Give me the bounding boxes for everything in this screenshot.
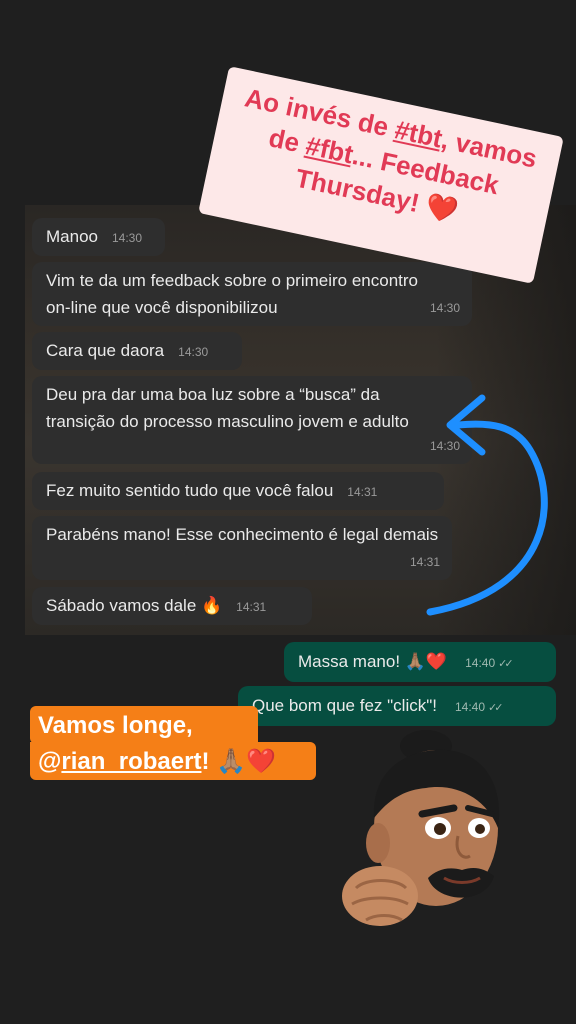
message-incoming: Cara que daora 14:30	[32, 332, 242, 370]
message-text: Vim te da um feedback sobre o primeiro e…	[46, 271, 418, 317]
caption-line-1: Vamos longe,	[30, 706, 258, 744]
message-time: 14:40	[454, 700, 486, 714]
message-incoming: Manoo 14:30	[32, 218, 165, 256]
message-time: 14:30	[178, 345, 209, 359]
arrow-drawing-icon	[426, 394, 548, 616]
user-mention-link[interactable]: rian_robaert	[61, 748, 201, 775]
message-text: Massa mano! 🙏🏽❤️	[298, 652, 448, 671]
message-outgoing: Que bom que fez "click"! 14:40 ✓✓	[238, 686, 556, 726]
message-text: Cara que daora	[46, 341, 165, 360]
message-text: Fez muito sentido tudo que você falou	[46, 481, 334, 500]
message-time: 14:30	[429, 301, 460, 315]
message-incoming: Deu pra dar uma boa luz sobre a “busca” …	[32, 376, 472, 464]
message-incoming: Parabéns mano! Esse conhecimento é legal…	[32, 516, 452, 580]
read-receipt-icon: ✓✓	[498, 658, 514, 670]
message-incoming: Sábado vamos dale 🔥 14:31	[32, 587, 312, 625]
message-time: 14:30	[111, 231, 143, 245]
message-text: Parabéns mano! Esse conhecimento é legal…	[46, 525, 439, 544]
message-text: Sábado vamos dale 🔥	[46, 596, 223, 615]
message-time: 14:31	[347, 485, 378, 499]
message-text: Manoo	[46, 227, 98, 246]
heart-emoji-icon: ❤️	[422, 190, 461, 227]
memoji-fist-bump-icon	[342, 730, 500, 926]
message-text: Que bom que fez "click"!	[252, 696, 437, 715]
message-outgoing: Massa mano! 🙏🏽❤️ 14:40 ✓✓	[284, 642, 556, 682]
message-incoming: Fez muito sentido tudo que você falou 14:…	[32, 472, 444, 510]
story-canvas: Manoo 14:30 Vim te da um feedback sobre o…	[0, 0, 576, 1024]
message-time: 14:31	[236, 600, 267, 614]
message-incoming: Vim te da um feedback sobre o primeiro e…	[32, 262, 472, 326]
message-text: Deu pra dar uma boa luz sobre a “busca” …	[46, 385, 409, 431]
read-receipt-icon: ✓✓	[488, 702, 504, 714]
pray-heart-emoji-icon: 🙏🏽❤️	[216, 748, 276, 775]
caption-line-2: @rian_robaert! 🙏🏽❤️	[30, 742, 316, 780]
message-time: 14:40	[465, 656, 496, 670]
